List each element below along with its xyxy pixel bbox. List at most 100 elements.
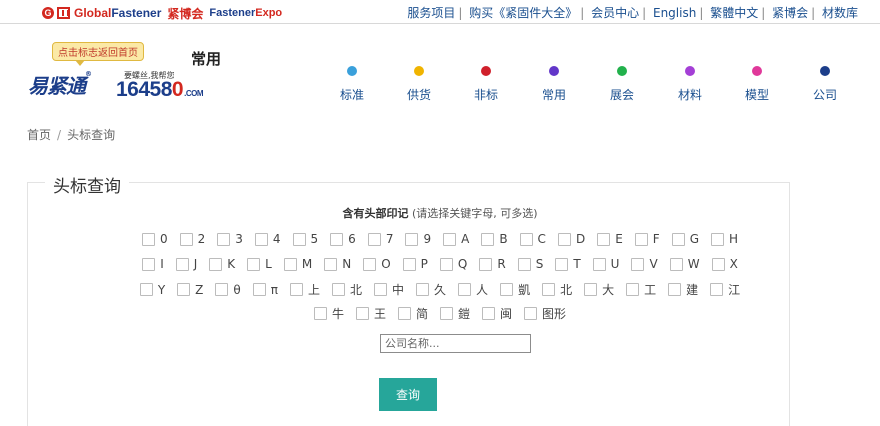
checkbox-box[interactable] (209, 257, 223, 271)
head-mark-checkbox[interactable]: L (247, 257, 272, 271)
checkbox-box[interactable] (669, 257, 683, 271)
checkbox-box[interactable] (252, 283, 266, 296)
nav-item-models[interactable]: 模型 (735, 62, 779, 103)
checkbox-box[interactable] (289, 283, 303, 296)
checkbox-box[interactable] (440, 307, 453, 320)
head-mark-checkbox[interactable]: Y (139, 283, 165, 297)
checkbox-box[interactable] (671, 232, 685, 246)
head-mark-checkbox[interactable]: 江 (710, 281, 740, 298)
head-mark-checkbox[interactable]: I (142, 257, 164, 271)
head-mark-checkbox[interactable]: M (283, 257, 312, 271)
checkbox-box[interactable] (142, 257, 156, 271)
checkbox-box[interactable] (363, 257, 377, 271)
head-mark-checkbox[interactable]: 7 (367, 232, 393, 246)
checkbox-box[interactable] (177, 283, 191, 296)
head-mark-checkbox[interactable]: 久 (416, 281, 446, 298)
checkbox-box[interactable] (710, 283, 724, 296)
top-link-member-center[interactable]: 会员中心 (591, 6, 639, 20)
head-mark-checkbox[interactable]: 5 (292, 232, 318, 246)
checkbox-box[interactable] (443, 232, 457, 246)
nav-item-company[interactable]: 公司 (803, 62, 847, 103)
checkbox-box[interactable] (555, 257, 569, 271)
checkbox-box[interactable] (292, 232, 306, 246)
head-mark-checkbox[interactable]: 凱 (500, 281, 530, 298)
head-mark-checkbox[interactable]: 简 (397, 305, 428, 322)
checkbox-box[interactable] (668, 283, 682, 296)
checkbox-box[interactable] (524, 307, 538, 320)
head-mark-checkbox[interactable]: U (592, 257, 619, 271)
head-mark-checkbox[interactable]: 工 (626, 281, 656, 298)
nav-item-supply[interactable]: 供货 (397, 62, 441, 103)
head-mark-checkbox[interactable]: 王 (355, 305, 386, 322)
head-mark-checkbox[interactable]: 2 (179, 232, 205, 246)
head-mark-checkbox[interactable]: A (443, 232, 469, 246)
partner-brand-strip[interactable]: G Global Fastener 紧博会 FastenerExpo (42, 5, 282, 21)
head-mark-checkbox[interactable]: B (481, 232, 508, 246)
checkbox-box[interactable] (402, 257, 416, 271)
checkbox-box[interactable] (631, 257, 645, 271)
checkbox-box[interactable] (592, 257, 606, 271)
checkbox-box[interactable] (634, 232, 648, 246)
query-button[interactable]: 查询 (379, 378, 437, 411)
checkbox-box[interactable] (217, 232, 231, 246)
company-name-input[interactable] (380, 334, 531, 353)
checkbox-box[interactable] (313, 307, 327, 320)
head-mark-checkbox[interactable]: W (669, 257, 700, 271)
head-mark-checkbox[interactable]: J (175, 257, 197, 271)
head-mark-checkbox[interactable]: R (479, 257, 506, 271)
checkbox-box[interactable] (405, 232, 419, 246)
checkbox-box[interactable] (141, 232, 155, 246)
checkbox-box[interactable] (283, 257, 297, 271)
nav-item-exhibition[interactable]: 展会 (600, 62, 644, 103)
head-mark-checkbox[interactable]: T (555, 257, 581, 271)
checkbox-box[interactable] (367, 232, 381, 246)
checkbox-box[interactable] (397, 307, 411, 320)
head-mark-checkbox[interactable]: θ (215, 283, 241, 297)
head-mark-checkbox[interactable]: 中 (374, 281, 404, 298)
head-mark-checkbox[interactable]: K (209, 257, 235, 271)
checkbox-box[interactable] (416, 283, 430, 296)
head-mark-checkbox[interactable]: C (519, 232, 546, 246)
checkbox-box[interactable] (584, 283, 598, 296)
checkbox-box[interactable] (557, 232, 571, 246)
head-mark-checkbox[interactable]: 北 (542, 281, 572, 298)
head-mark-checkbox[interactable]: S (517, 257, 543, 271)
nav-item-common[interactable]: 常用 (532, 62, 576, 103)
head-mark-checkbox[interactable]: Q (439, 257, 467, 271)
checkbox-box[interactable] (597, 232, 611, 246)
head-mark-checkbox[interactable]: 4 (254, 232, 281, 246)
top-link-services[interactable]: 服务项目 (407, 6, 455, 20)
nav-item-standard[interactable]: 标准 (330, 62, 374, 103)
checkbox-box[interactable] (374, 283, 388, 296)
checkbox-box[interactable] (175, 257, 189, 271)
checkbox-box[interactable] (215, 283, 229, 296)
head-mark-checkbox[interactable]: V (631, 257, 658, 271)
checkbox-box[interactable] (481, 232, 495, 246)
nav-item-materials[interactable]: 材料 (668, 62, 712, 103)
breadcrumb-home[interactable]: 首页 (27, 128, 51, 142)
nav-item-nonstandard[interactable]: 非标 (464, 62, 508, 103)
top-link-traditional-chinese[interactable]: 繁體中文 (710, 6, 758, 20)
checkbox-box[interactable] (179, 232, 193, 246)
checkbox-box[interactable] (519, 232, 533, 246)
top-link-material-db[interactable]: 材数库 (822, 6, 858, 20)
checkbox-box[interactable] (500, 283, 514, 296)
checkbox-box[interactable] (458, 283, 472, 296)
head-mark-checkbox[interactable]: 0 (141, 232, 168, 246)
head-mark-checkbox[interactable]: H (711, 232, 738, 246)
head-mark-checkbox[interactable]: 建 (668, 281, 698, 298)
head-mark-checkbox[interactable]: 人 (458, 281, 488, 298)
checkbox-box[interactable] (711, 257, 725, 271)
head-mark-checkbox[interactable]: π (252, 283, 278, 297)
head-mark-checkbox[interactable]: 鎧 (440, 305, 470, 322)
head-mark-checkbox[interactable]: E (597, 232, 623, 246)
checkbox-box[interactable] (324, 257, 338, 271)
head-mark-checkbox[interactable]: 牛 (313, 305, 344, 322)
top-link-english[interactable]: English (653, 6, 696, 20)
head-mark-checkbox[interactable]: P (402, 257, 428, 271)
checkbox-box[interactable] (332, 283, 345, 296)
head-mark-checkbox[interactable]: 6 (330, 232, 356, 246)
checkbox-box[interactable] (626, 283, 640, 296)
head-mark-checkbox[interactable]: D (557, 232, 585, 246)
head-mark-checkbox[interactable]: N (324, 257, 351, 271)
